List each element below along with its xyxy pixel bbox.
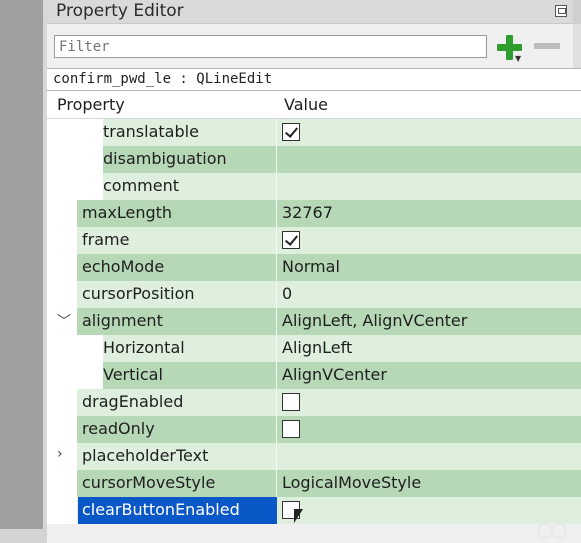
table-row[interactable]: readOnly: [47, 416, 581, 443]
table-row[interactable]: disambiguation: [47, 146, 581, 173]
mouse-cursor-icon: [294, 509, 304, 525]
bottom-left-scroll[interactable]: [0, 529, 47, 543]
readonly-checkbox[interactable]: [282, 420, 300, 438]
scrollbar[interactable]: [573, 24, 581, 68]
property-name: frame: [82, 230, 130, 249]
table-row[interactable]: › placeholderText: [47, 443, 581, 470]
dropdown-arrow-icon[interactable]: ▼: [515, 54, 521, 63]
object-class-label: confirm_pwd_le : QLineEdit: [47, 68, 581, 91]
table-row[interactable]: dragEnabled: [47, 389, 581, 416]
chevron-right-icon[interactable]: ›: [57, 446, 63, 462]
property-name: disambiguation: [103, 149, 227, 168]
header-value[interactable]: Value: [284, 95, 328, 114]
table-row[interactable]: Horizontal AlignLeft: [47, 335, 581, 362]
property-value[interactable]: 0: [282, 284, 292, 303]
table-row[interactable]: comment: [47, 173, 581, 200]
table-row-selected[interactable]: clearButtonEnabled: [47, 497, 581, 524]
property-value[interactable]: AlignVCenter: [282, 365, 387, 384]
watermark-icon: [537, 521, 567, 539]
header-property[interactable]: Property: [57, 95, 125, 114]
property-name: Horizontal: [103, 338, 185, 357]
minus-icon[interactable]: [534, 43, 560, 49]
filter-bar: ▼: [47, 24, 581, 68]
property-value[interactable]: AlignLeft, AlignVCenter: [282, 311, 467, 330]
property-editor-panel: Property Editor ▼ confirm_pwd_le : QLine…: [47, 0, 581, 543]
property-value[interactable]: 32767: [282, 203, 333, 222]
property-name: translatable: [103, 122, 199, 141]
float-icon[interactable]: [555, 5, 567, 17]
titlebar-edge: [573, 0, 581, 24]
translatable-checkbox[interactable]: [282, 123, 300, 141]
property-value[interactable]: Normal: [282, 257, 340, 276]
property-name: maxLength: [82, 203, 173, 222]
table-row[interactable]: echoMode Normal: [47, 254, 581, 281]
panel-title: Property Editor: [56, 1, 184, 21]
table-row[interactable]: Vertical AlignVCenter: [47, 362, 581, 389]
property-name: clearButtonEnabled: [82, 500, 240, 519]
left-dock-strip: [0, 0, 47, 543]
table-header: Property Value: [47, 91, 581, 119]
property-name: cursorPosition: [82, 284, 195, 303]
property-name: comment: [103, 176, 180, 195]
property-name: readOnly: [82, 419, 155, 438]
property-name: placeholderText: [82, 446, 209, 465]
property-name: echoMode: [82, 257, 165, 276]
property-table: Property Value translatable disambiguati…: [47, 91, 581, 524]
frame-checkbox[interactable]: [282, 231, 300, 249]
panel-titlebar: Property Editor: [47, 0, 581, 24]
table-row[interactable]: ﹀ alignment AlignLeft, AlignVCenter: [47, 308, 581, 335]
dragenabled-checkbox[interactable]: [282, 393, 300, 411]
table-row[interactable]: cursorMoveStyle LogicalMoveStyle: [47, 470, 581, 497]
property-name: dragEnabled: [82, 392, 184, 411]
table-row[interactable]: translatable: [47, 119, 581, 146]
property-name: Vertical: [103, 365, 163, 384]
property-name: alignment: [82, 311, 163, 330]
property-value[interactable]: LogicalMoveStyle: [282, 473, 421, 492]
filter-input[interactable]: [54, 35, 487, 58]
table-row[interactable]: maxLength 32767: [47, 200, 581, 227]
chevron-down-icon[interactable]: ﹀: [57, 311, 71, 331]
property-value[interactable]: AlignLeft: [282, 338, 352, 357]
table-row[interactable]: cursorPosition 0: [47, 281, 581, 308]
property-name: cursorMoveStyle: [82, 473, 216, 492]
table-row[interactable]: frame: [47, 227, 581, 254]
